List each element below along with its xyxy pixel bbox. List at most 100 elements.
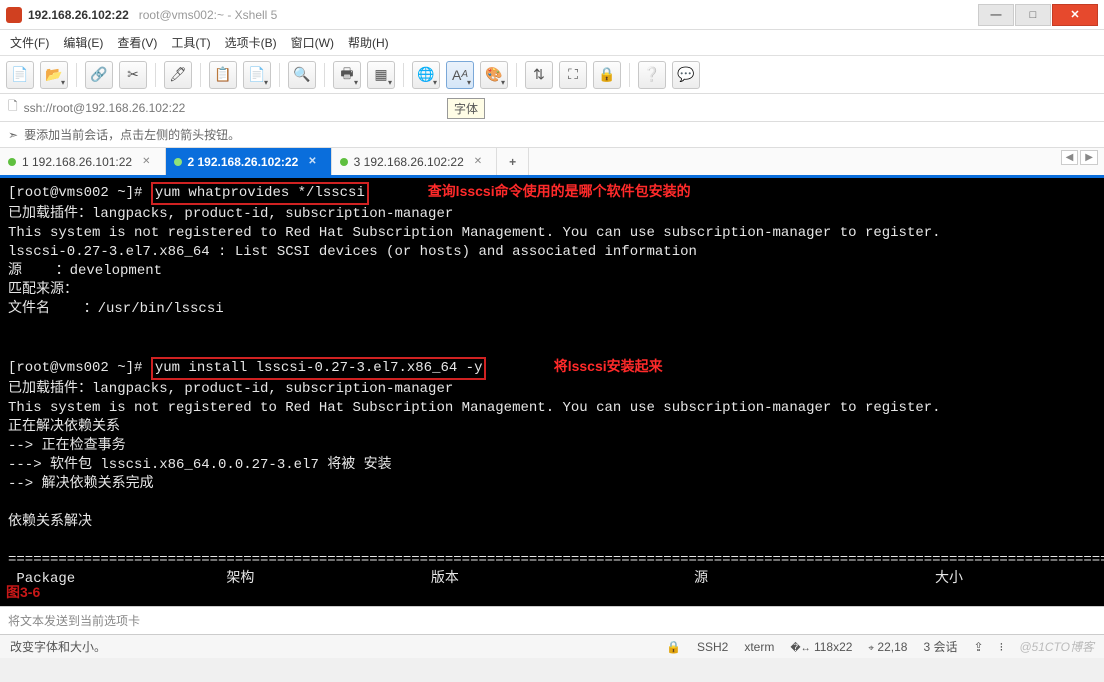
- font-tooltip: 字体: [447, 98, 485, 119]
- paste-icon[interactable]: 📄: [243, 61, 271, 89]
- separator: [403, 63, 404, 87]
- toolbar: 📄 📂 🔗 ✂ 🖊 📋 📄 🔍 🖶 ▦ 🌐 AA 字体 🎨 ⇅ ⛶ 🔒 ❔ 💬: [0, 56, 1104, 94]
- disconnect-icon[interactable]: ✂: [119, 61, 147, 89]
- reconnect-icon[interactable]: 🔗: [85, 61, 113, 89]
- term-line: This system is not registered to Red Hat…: [8, 400, 941, 416]
- copy-icon[interactable]: 📋: [209, 61, 237, 89]
- tab-session-3[interactable]: 3 192.168.26.102:22 ✕: [332, 148, 498, 175]
- minimize-button[interactable]: —: [978, 4, 1014, 26]
- term-line: --> 正在检查事务: [8, 438, 126, 454]
- tab-nav: ◀▶: [1059, 152, 1098, 163]
- fullscreen-icon[interactable]: ⛶: [559, 61, 587, 89]
- term-line: 已加载插件：langpacks, product-id, subscriptio…: [8, 381, 453, 397]
- tab-close-icon[interactable]: ✕: [474, 156, 482, 167]
- term-line: 文件名 ：/usr/bin/lsscsi: [8, 301, 224, 317]
- compose-bar[interactable]: 将文本发送到当前选项卡: [0, 606, 1104, 634]
- help-icon[interactable]: ❔: [638, 61, 666, 89]
- menu-edit[interactable]: 编辑(E): [63, 34, 103, 51]
- term-line: 匹配来源：: [8, 282, 78, 298]
- figure-label: 图3-6: [6, 583, 40, 602]
- command-highlight-2: yum install lsscsi-0.27-3.el7.x86_64 -y: [151, 357, 487, 380]
- status-bar: 改变字体和大小。 🔒 SSH2 xterm �↔ 118x22 ⌖ 22,18 …: [0, 634, 1104, 658]
- tab-session-2[interactable]: 2 192.168.26.102:22 ✕: [166, 148, 332, 175]
- term-line: 已加载插件：langpacks, product-id, subscriptio…: [8, 206, 453, 222]
- chat-icon[interactable]: 💬: [672, 61, 700, 89]
- status-dot-icon: [340, 158, 348, 166]
- separator: [516, 63, 517, 87]
- properties-icon[interactable]: 🖊: [164, 61, 192, 89]
- titlebar: 192.168.26.102:22 root@vms002:~ - Xshell…: [0, 0, 1104, 30]
- term-line: ---> 软件包 lsscsi.x86_64.0.0.27-3.el7 将被 安…: [8, 457, 392, 473]
- term-line: --> 解决依赖关系完成: [8, 476, 154, 492]
- menu-window[interactable]: 窗口(W): [291, 34, 334, 51]
- term-line: 依赖关系解决: [8, 514, 92, 530]
- close-button[interactable]: ✕: [1052, 4, 1098, 26]
- menubar: 文件(F) 编辑(E) 查看(V) 工具(T) 选项卡(B) 窗口(W) 帮助(…: [0, 30, 1104, 56]
- term-header: Package 架构 版本 源 大小: [8, 571, 963, 587]
- terminal[interactable]: [root@vms002 ~]# yum whatprovides */lssc…: [0, 178, 1104, 606]
- separator: [629, 63, 630, 87]
- tab-close-icon[interactable]: ✕: [142, 156, 150, 167]
- open-session-icon[interactable]: 📂: [40, 61, 68, 89]
- status-protocol: SSH2: [697, 640, 728, 654]
- tab-label: 2 192.168.26.102:22: [188, 155, 299, 169]
- new-session-icon[interactable]: 📄: [6, 61, 34, 89]
- status-left: 改变字体和大小。: [10, 638, 106, 655]
- prompt: [root@vms002 ~]#: [8, 360, 151, 376]
- separator: [155, 63, 156, 87]
- hint-bar: ➣ 要添加当前会话，点击左侧的箭头按钮。: [0, 122, 1104, 148]
- annotation-1: 查询lsscsi命令使用的是哪个软件包安装的: [428, 183, 691, 199]
- status-dot-icon: [8, 158, 16, 166]
- lock-small-icon: 🗋: [8, 97, 18, 118]
- separator: [76, 63, 77, 87]
- annotation-2: 将lsscsi安装起来: [554, 358, 663, 374]
- status-cursor: ⌖ 22,18: [868, 640, 907, 654]
- status-sessions: 3 会话: [923, 638, 957, 655]
- watermark: @51CTO博客: [1019, 638, 1094, 655]
- term-separator: ========================================…: [8, 552, 1104, 568]
- app-icon: [6, 7, 22, 23]
- tab-next-icon[interactable]: ▶: [1080, 150, 1098, 165]
- print-icon[interactable]: 🖶: [333, 61, 361, 89]
- term-line: This system is not registered to Red Hat…: [8, 225, 941, 241]
- status-size: �↔ 118x22: [790, 640, 852, 654]
- menu-file[interactable]: 文件(F): [10, 34, 49, 51]
- separator: [324, 63, 325, 87]
- menu-view[interactable]: 查看(V): [117, 34, 157, 51]
- menu-tabs[interactable]: 选项卡(B): [225, 34, 277, 51]
- tab-prev-icon[interactable]: ◀: [1061, 150, 1079, 165]
- term-line: 源 ：development: [8, 263, 162, 279]
- separator: [200, 63, 201, 87]
- maximize-button[interactable]: □: [1015, 4, 1051, 26]
- compose-placeholder: 将文本发送到当前选项卡: [8, 612, 140, 629]
- tab-session-1[interactable]: 1 192.168.26.101:22 ✕: [0, 148, 166, 175]
- status-lock-icon: 🔒: [666, 640, 681, 654]
- term-line: lsscsi-0.27-3.el7.x86_64 : List SCSI dev…: [8, 244, 697, 260]
- term-line: 正在解决依赖关系: [8, 419, 120, 435]
- address-bar: 🗋 ssh://root@192.168.26.102:22: [0, 94, 1104, 122]
- arrow-icon[interactable]: ➣: [8, 128, 18, 142]
- status-caps-icon: ⇪: [973, 640, 983, 654]
- menu-help[interactable]: 帮助(H): [348, 34, 389, 51]
- tab-label: 3 192.168.26.102:22: [354, 155, 464, 169]
- tab-label: 1 192.168.26.101:22: [22, 155, 132, 169]
- window-title-secondary: root@vms002:~ - Xshell 5: [139, 8, 278, 22]
- status-num-icon: ⁝: [1000, 640, 1004, 654]
- prompt: [root@vms002 ~]#: [8, 185, 151, 201]
- layout-icon[interactable]: ▦: [367, 61, 395, 89]
- tab-close-icon[interactable]: ✕: [308, 156, 316, 167]
- status-dot-icon: [174, 158, 182, 166]
- transfer-icon[interactable]: ⇅: [525, 61, 553, 89]
- find-icon[interactable]: 🔍: [288, 61, 316, 89]
- hint-text: 要添加当前会话，点击左侧的箭头按钮。: [24, 126, 240, 143]
- command-highlight-1: yum whatprovides */lsscsi: [151, 182, 369, 205]
- color-icon[interactable]: 🎨: [480, 61, 508, 89]
- tab-new[interactable]: +: [497, 148, 529, 175]
- globe-icon[interactable]: 🌐: [412, 61, 440, 89]
- lock-icon[interactable]: 🔒: [593, 61, 621, 89]
- separator: [279, 63, 280, 87]
- font-icon[interactable]: AA 字体: [446, 61, 474, 89]
- menu-tools[interactable]: 工具(T): [171, 34, 210, 51]
- session-url[interactable]: ssh://root@192.168.26.102:22: [24, 101, 1096, 115]
- window-title-primary: 192.168.26.102:22: [28, 8, 129, 22]
